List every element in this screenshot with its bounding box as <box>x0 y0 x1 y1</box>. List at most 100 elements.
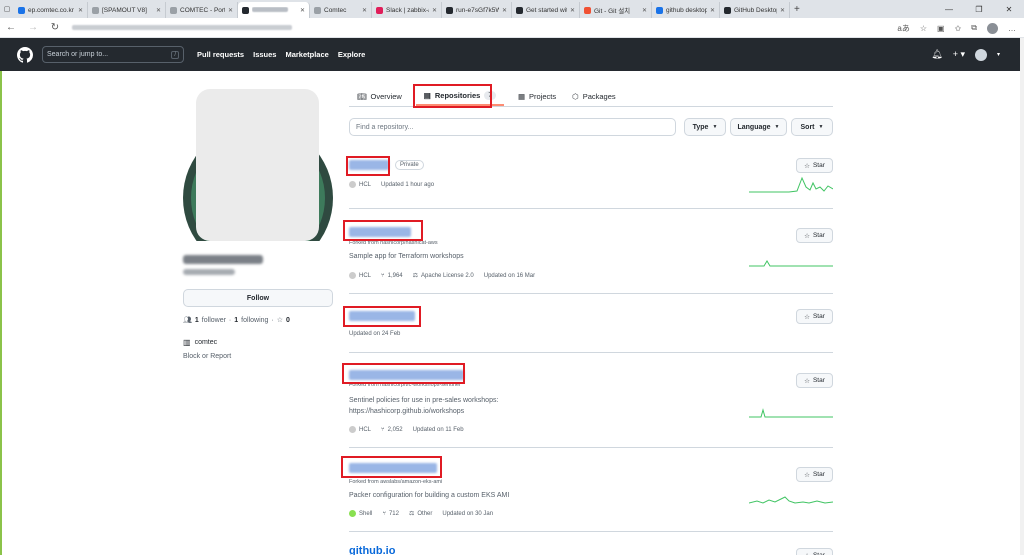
fork-icon <box>446 6 453 14</box>
minimize-icon[interactable]: — <box>934 5 964 14</box>
following-count[interactable]: 1 <box>234 317 238 324</box>
close-tab-icon[interactable]: ✕ <box>156 7 161 14</box>
follow-button[interactable]: Follow <box>183 289 333 307</box>
github-logo-icon[interactable] <box>17 46 33 63</box>
favorite-icon[interactable]: ☆ <box>920 24 927 33</box>
followers-link[interactable]: follower <box>202 317 226 324</box>
favorites-list-icon[interactable]: ✩ <box>955 24 962 33</box>
browser-tab[interactable]: Slack | zabbix-a ✕ <box>372 2 442 18</box>
following-link[interactable]: following <box>241 317 268 324</box>
close-tab-icon[interactable]: ✕ <box>710 7 715 14</box>
close-tab-icon[interactable]: ✕ <box>228 7 233 14</box>
browser-tab[interactable]: ep.comtec.co.kr ✕ <box>14 2 88 18</box>
user-menu-avatar[interactable] <box>974 48 987 61</box>
browser-tab[interactable]: Git - Git 설치 ✕ <box>580 2 652 18</box>
create-new-button[interactable]: + ▾ <box>953 49 965 60</box>
workshops-link[interactable]: https://hashicorp.github.io/workshops <box>349 406 498 417</box>
repo-forks-count[interactable]: 2,052 <box>388 427 403 433</box>
close-tab-icon[interactable]: ✕ <box>780 7 785 14</box>
nav-explore[interactable]: Explore <box>338 50 366 59</box>
activity-sparkline <box>749 408 833 418</box>
sort-button[interactable]: Sort ▼ <box>791 118 833 136</box>
browser-tab-label: github desktop <box>666 6 707 14</box>
repo-description: Packer configuration for building a cust… <box>349 492 510 499</box>
notifications-bell-icon[interactable]: 🔔︎ <box>931 49 942 60</box>
activity-sparkline <box>749 260 833 267</box>
repo-forks-count[interactable]: 712 <box>389 511 399 517</box>
browser-tab-label <box>252 6 297 14</box>
browser-tab[interactable]: Get started with✕ <box>512 2 580 18</box>
star-button[interactable]: ☆Star <box>796 373 833 388</box>
browser-profile-avatar[interactable] <box>987 22 998 34</box>
close-tab-icon[interactable]: ✕ <box>642 7 647 14</box>
caret-down-icon: ▼ <box>712 124 718 130</box>
people-icon: 👥︎ <box>183 317 192 324</box>
tab-packages[interactable]: ⬡ Packages <box>564 86 624 106</box>
nav-marketplace[interactable]: Marketplace <box>285 50 328 59</box>
profile-full-name-redacted <box>183 255 263 264</box>
close-tab-icon[interactable]: ✕ <box>362 7 367 14</box>
repo-updated: Updated 1 hour ago <box>381 181 435 188</box>
browser-tab-label: COMTEC - Porta <box>180 6 225 14</box>
stars-count[interactable]: 0 <box>286 317 290 324</box>
private-badge: Private <box>395 160 424 170</box>
bing-icon <box>656 6 663 14</box>
star-icon: ☆ <box>276 317 284 324</box>
close-window-icon[interactable]: ✕ <box>994 5 1024 14</box>
star-icon: ☆ <box>804 162 810 170</box>
fork-icon: ⑂ <box>381 426 385 433</box>
highlight-repo-1 <box>346 156 390 176</box>
type-filter-button[interactable]: Type ▼ <box>684 118 726 136</box>
browser-tab[interactable]: github desktop ✕ <box>652 2 720 18</box>
repo-list-item: Updated on 24 Feb ☆ Star <box>349 294 833 353</box>
caret-down-icon: ▼ <box>818 124 824 130</box>
block-or-report-link[interactable]: Block or Report <box>183 353 231 360</box>
tab-projects[interactable]: ▦ Projects <box>510 86 564 106</box>
slack-icon <box>376 6 383 14</box>
star-button[interactable]: ☆Star <box>796 228 833 243</box>
maximize-icon[interactable]: ❐ <box>964 5 994 14</box>
extensions-icon[interactable]: ⧉ <box>971 23 977 33</box>
repo-name-link[interactable]: github.io <box>349 545 395 555</box>
reader-mode-icon[interactable]: aあ <box>897 23 909 34</box>
find-repository-input[interactable]: Find a repository... <box>349 118 676 136</box>
browser-tab[interactable]: ✕ <box>238 2 310 18</box>
close-tab-icon[interactable]: ✕ <box>300 7 305 14</box>
browser-tab[interactable]: GitHub Desktop ✕ <box>720 2 790 18</box>
law-icon: ⚖ <box>412 273 419 279</box>
language-filter-button[interactable]: Language ▼ <box>730 118 787 136</box>
global-search-input[interactable]: Search or jump to... / <box>42 46 184 63</box>
law-icon: ⚖ <box>408 511 415 517</box>
back-icon[interactable]: ← <box>0 22 22 33</box>
nav-issues[interactable]: Issues <box>253 50 276 59</box>
page-scrollbar[interactable] <box>1020 38 1024 555</box>
forward-icon[interactable]: → <box>22 22 44 33</box>
star-button[interactable]: ☆Star <box>796 467 833 482</box>
new-tab-button[interactable]: + <box>794 4 800 15</box>
url-field[interactable] <box>72 21 832 34</box>
star-button[interactable]: ☆Star <box>796 548 833 555</box>
organization-name: comtec <box>194 339 218 346</box>
browser-menu-icon[interactable]: … <box>1008 24 1016 33</box>
window-menu-icon[interactable]: ▢ <box>0 2 14 16</box>
followers-count[interactable]: 1 <box>195 317 199 324</box>
collections-icon[interactable]: ▣ <box>937 24 945 33</box>
browser-tab[interactable]: [SPAMOUT V8] ✕ <box>88 2 166 18</box>
close-tab-icon[interactable]: ✕ <box>502 7 507 14</box>
browser-tab[interactable]: COMTEC - Porta ✕ <box>166 2 238 18</box>
browser-tab[interactable]: run-e7sGf7k5W ✕ <box>442 2 512 18</box>
close-tab-icon[interactable]: ✕ <box>570 7 575 14</box>
nav-pull-requests[interactable]: Pull requests <box>197 50 244 59</box>
tab-overview[interactable]: 📖︎ Overview <box>349 86 410 106</box>
user-menu-caret-icon[interactable]: ▾ <box>997 51 1000 58</box>
highlight-repo-4 <box>342 363 465 384</box>
star-button[interactable]: ☆Star <box>796 309 833 324</box>
browser-tab-label: [SPAMOUT V8] <box>102 6 147 14</box>
close-tab-icon[interactable]: ✕ <box>78 7 83 14</box>
star-button[interactable]: ☆Star <box>796 158 833 173</box>
close-tab-icon[interactable]: ✕ <box>432 7 437 14</box>
browser-tab[interactable]: Comtec ✕ <box>310 2 372 18</box>
refresh-icon[interactable]: ↻ <box>44 22 66 33</box>
github-icon <box>516 6 523 14</box>
repo-forks-count[interactable]: 1,964 <box>388 273 403 279</box>
